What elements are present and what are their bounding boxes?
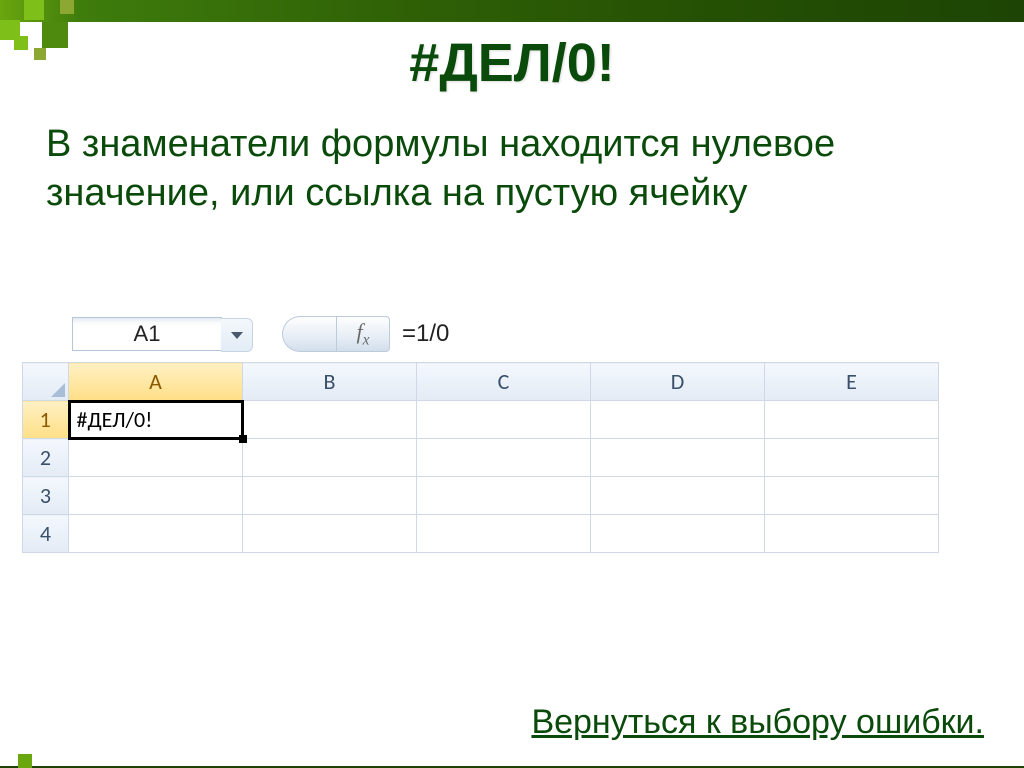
fx-icon: fx	[357, 319, 370, 349]
cell-D1[interactable]	[591, 401, 765, 439]
formula-bar: A1 fx =1/0	[22, 312, 1012, 356]
row-header-4[interactable]: 4	[23, 515, 69, 553]
column-header-E[interactable]: E	[765, 363, 939, 401]
slide-body-text: В знаменатели формулы находится нулевое …	[46, 120, 978, 217]
cell-B3[interactable]	[243, 477, 417, 515]
cell-E4[interactable]	[765, 515, 939, 553]
cell-C2[interactable]	[417, 439, 591, 477]
spreadsheet-grid[interactable]: A B C D E 1 #ДЕЛ/0! 2 3	[22, 362, 939, 553]
column-header-A[interactable]: A	[69, 363, 243, 401]
column-header-D[interactable]: D	[591, 363, 765, 401]
name-box-dropdown[interactable]	[221, 318, 253, 352]
cell-A4[interactable]	[69, 515, 243, 553]
slide-title: #ДЕЛ/0!	[0, 32, 1024, 94]
cell-E2[interactable]	[765, 439, 939, 477]
cell-E3[interactable]	[765, 477, 939, 515]
cell-C1[interactable]	[417, 401, 591, 439]
cell-D2[interactable]	[591, 439, 765, 477]
cell-A3[interactable]	[69, 477, 243, 515]
cell-B4[interactable]	[243, 515, 417, 553]
cell-C4[interactable]	[417, 515, 591, 553]
chevron-down-icon	[231, 332, 243, 339]
formula-input[interactable]: =1/0	[402, 320, 449, 348]
row-header-1[interactable]: 1	[23, 401, 69, 439]
row-header-3[interactable]: 3	[23, 477, 69, 515]
cell-C3[interactable]	[417, 477, 591, 515]
back-link[interactable]: Вернуться к выбору ошибки.	[531, 703, 984, 742]
name-box[interactable]: A1	[72, 317, 222, 351]
cell-E1[interactable]	[765, 401, 939, 439]
name-box-value: A1	[134, 321, 161, 347]
fill-handle[interactable]	[239, 435, 247, 443]
insert-function-button[interactable]: fx	[336, 316, 390, 352]
cell-B2[interactable]	[243, 439, 417, 477]
cell-D3[interactable]	[591, 477, 765, 515]
cell-A1-value: #ДЕЛ/0!	[77, 406, 153, 433]
cell-A2[interactable]	[69, 439, 243, 477]
cell-B1[interactable]	[243, 401, 417, 439]
footer-square-icon	[18, 754, 32, 768]
excel-screenshot: A1 fx =1/0 A B C D E 1 #ДЕЛ/0!	[22, 312, 1012, 553]
column-header-B[interactable]: B	[243, 363, 417, 401]
cell-D4[interactable]	[591, 515, 765, 553]
row-header-2[interactable]: 2	[23, 439, 69, 477]
column-header-C[interactable]: C	[417, 363, 591, 401]
select-all-corner[interactable]	[23, 363, 69, 401]
formula-bar-button-group	[282, 316, 336, 352]
cell-A1[interactable]: #ДЕЛ/0!	[69, 401, 243, 439]
